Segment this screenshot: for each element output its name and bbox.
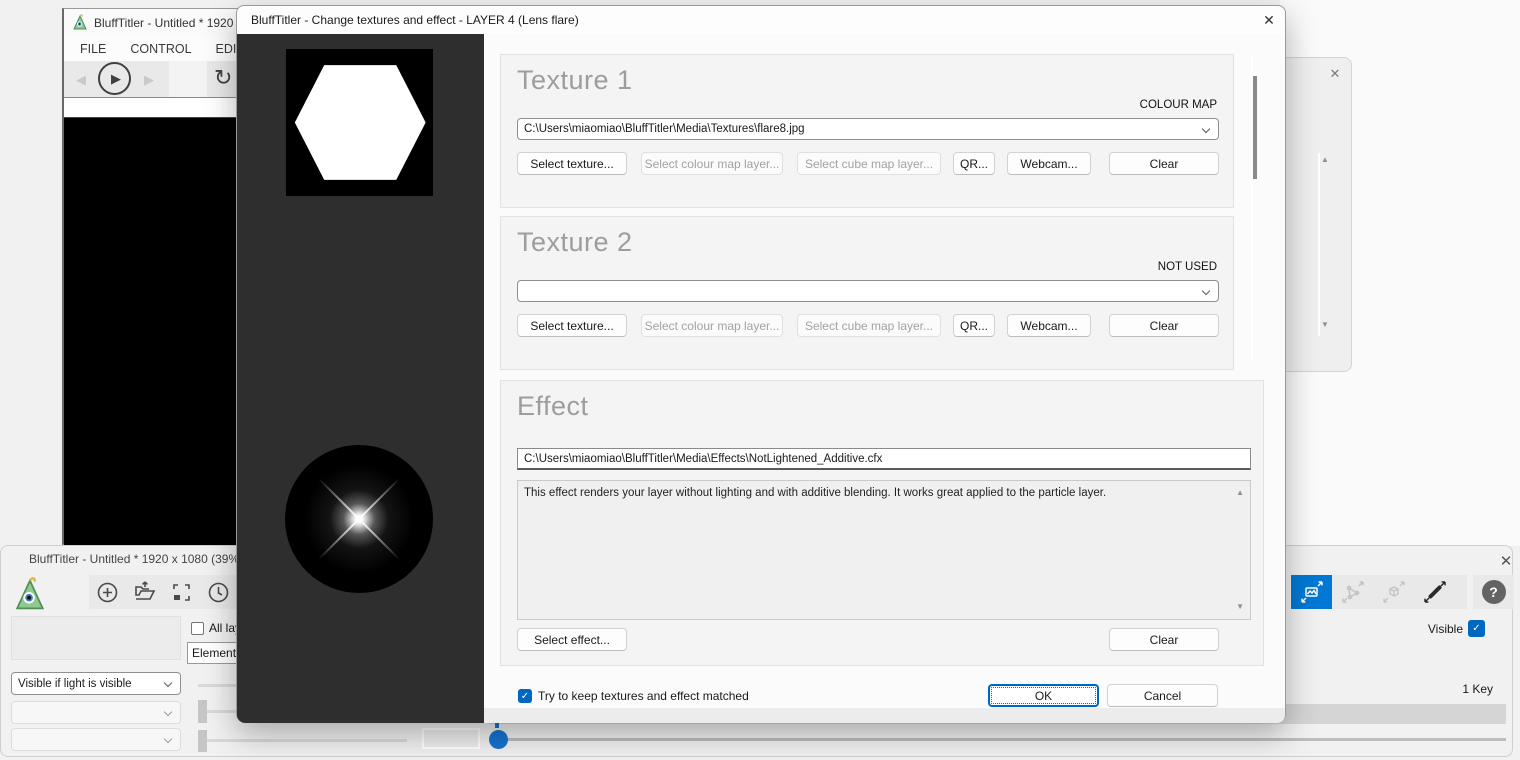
transform-toolbar: [1291, 575, 1467, 609]
visibility-dropdown-value: Visible if light is visible: [18, 678, 132, 690]
texture2-group: Texture 2 NOT USED Select texture... Sel…: [500, 216, 1234, 370]
keep-matched-label: Try to keep textures and effect matched: [538, 689, 749, 703]
chevron-down-icon: [164, 735, 172, 743]
slider-handle-2[interactable]: [198, 700, 207, 723]
timeline-close-icon[interactable]: ✕: [1495, 550, 1517, 572]
main-window-title: BluffTitler - Untitled * 1920 x: [94, 16, 243, 30]
texture2-clear-button[interactable]: Clear: [1109, 314, 1219, 337]
texture1-select-texture-button[interactable]: Select texture...: [517, 152, 627, 175]
texture1-group: Texture 1 COLOUR MAP C:\Users\miaomiao\B…: [500, 54, 1234, 208]
slider-track-1[interactable]: [198, 684, 238, 687]
time-field[interactable]: [422, 728, 480, 749]
refresh-icon[interactable]: ↻: [214, 65, 232, 91]
visible-checkbox[interactable]: ✓: [1468, 620, 1485, 637]
time-slider-track[interactable]: [504, 738, 1506, 741]
texture2-qr-button[interactable]: QR...: [953, 314, 995, 337]
visible-label: Visible: [1422, 622, 1463, 636]
time-icon[interactable]: [207, 581, 230, 604]
ok-button[interactable]: OK: [988, 684, 1099, 707]
texture1-webcam-button[interactable]: Webcam...: [1007, 152, 1091, 175]
check-icon: ✓: [1472, 623, 1480, 634]
side-panel-scroll-track[interactable]: [1318, 153, 1320, 336]
effect-preview-lens-flare: [285, 445, 433, 593]
elements-label: Elements: [192, 646, 242, 660]
texture1-clear-button[interactable]: Clear: [1109, 152, 1219, 175]
scale-vertices-button[interactable]: [1332, 575, 1373, 609]
texture2-mode-tag: NOT USED: [1158, 261, 1217, 273]
dropdown-empty-2[interactable]: [11, 728, 181, 751]
texture2-select-texture-button[interactable]: Select texture...: [517, 314, 627, 337]
dropdown-empty-1[interactable]: [11, 701, 181, 724]
help-strip: ?: [1473, 575, 1514, 609]
description-scroll-up-icon[interactable]: ▲: [1236, 489, 1244, 497]
next-icon[interactable]: ▶: [144, 72, 154, 88]
slider-track-3[interactable]: [207, 739, 407, 742]
effect-group: Effect C:\Users\miaomiao\BluffTitler\Med…: [500, 380, 1264, 666]
chevron-down-icon: [164, 708, 172, 716]
slider-handle-3[interactable]: [198, 730, 207, 752]
dialog-close-icon[interactable]: ✕: [1255, 10, 1283, 30]
scale-cube-button[interactable]: [1373, 575, 1414, 609]
select-effect-button[interactable]: Select effect...: [517, 628, 627, 651]
time-slider-handle[interactable]: [489, 730, 508, 749]
chevron-down-icon: [164, 679, 172, 687]
texture2-select-colour-map-button[interactable]: Select colour map layer...: [641, 314, 783, 337]
texture-preview-panel: [237, 34, 484, 723]
change-textures-dialog: BluffTitler - Change textures and effect…: [236, 5, 1286, 722]
effect-path-value: C:\Users\miaomiao\BluffTitler\Media\Effe…: [524, 453, 882, 465]
scroll-up-icon[interactable]: ▲: [1321, 156, 1329, 164]
texture1-mode-tag: COLOUR MAP: [1140, 99, 1217, 111]
help-icon[interactable]: ?: [1482, 580, 1506, 604]
play-icon: ▶: [111, 71, 121, 87]
scroll-down-icon[interactable]: ▼: [1321, 321, 1329, 329]
side-panel-close-icon[interactable]: ✕: [1323, 64, 1347, 84]
chevron-down-icon: [1202, 125, 1210, 133]
layer-preview-panel: [11, 616, 181, 660]
effect-description-text: This effect renders your layer without l…: [524, 487, 1106, 499]
app-logo-icon: [73, 14, 88, 31]
texture2-select-cube-map-button[interactable]: Select cube map layer...: [797, 314, 941, 337]
texture1-select-colour-map-button[interactable]: Select colour map layer...: [641, 152, 783, 175]
play-button[interactable]: ▶: [98, 62, 131, 95]
texture1-preview: [286, 49, 433, 196]
description-scroll-down-icon[interactable]: ▼: [1236, 603, 1244, 611]
texture1-select-cube-map-button[interactable]: Select cube map layer...: [797, 152, 941, 175]
dialog-title: BluffTitler - Change textures and effect…: [251, 13, 579, 27]
visibility-dropdown[interactable]: Visible if light is visible: [11, 672, 181, 695]
key-count-label: 1 Key: [1431, 682, 1493, 696]
timeline-toolbar: [89, 575, 241, 609]
texture1-header: Texture 1: [517, 65, 633, 96]
effect-description-box: This effect renders your layer without l…: [517, 480, 1251, 620]
dialog-scrollbar-thumb[interactable]: [1253, 76, 1257, 179]
effect-header: Effect: [517, 391, 589, 422]
open-show-icon[interactable]: [133, 581, 156, 604]
texture2-path-combobox[interactable]: [517, 280, 1219, 302]
texture1-path-value: C:\Users\miaomiao\BluffTitler\Media\Text…: [524, 123, 805, 135]
menu-file[interactable]: FILE: [68, 42, 118, 56]
dialog-titlebar[interactable]: BluffTitler - Change textures and effect…: [237, 6, 1285, 34]
scale-picture-button[interactable]: [1291, 575, 1332, 609]
previous-icon[interactable]: ◀: [76, 72, 86, 88]
toolbar-light-segment: [169, 61, 207, 97]
all-layers-checkbox[interactable]: [191, 622, 204, 635]
check-icon: ✓: [521, 691, 529, 702]
texture1-path-combobox[interactable]: C:\Users\miaomiao\BluffTitler\Media\Text…: [517, 118, 1219, 140]
texture1-qr-button[interactable]: QR...: [953, 152, 995, 175]
slider-track-2[interactable]: [207, 710, 239, 713]
chevron-down-icon: [1202, 287, 1210, 295]
keep-matched-checkbox[interactable]: ✓: [518, 689, 532, 703]
effect-path-field[interactable]: C:\Users\miaomiao\BluffTitler\Media\Effe…: [517, 448, 1251, 470]
scale-tool-button[interactable]: [1414, 575, 1455, 609]
texture2-header: Texture 2: [517, 227, 633, 258]
timeline-window-title: BluffTitler - Untitled * 1920 x 1080 (39…: [29, 552, 239, 566]
hexagon-shape: [286, 49, 433, 196]
app-logo-icon: [15, 576, 47, 613]
menu-control[interactable]: CONTROL: [118, 42, 203, 56]
resize-show-icon[interactable]: [170, 581, 193, 604]
add-layer-icon[interactable]: [96, 581, 119, 604]
texture2-webcam-button[interactable]: Webcam...: [1007, 314, 1091, 337]
effect-clear-button[interactable]: Clear: [1109, 628, 1219, 651]
cancel-button[interactable]: Cancel: [1107, 684, 1218, 707]
